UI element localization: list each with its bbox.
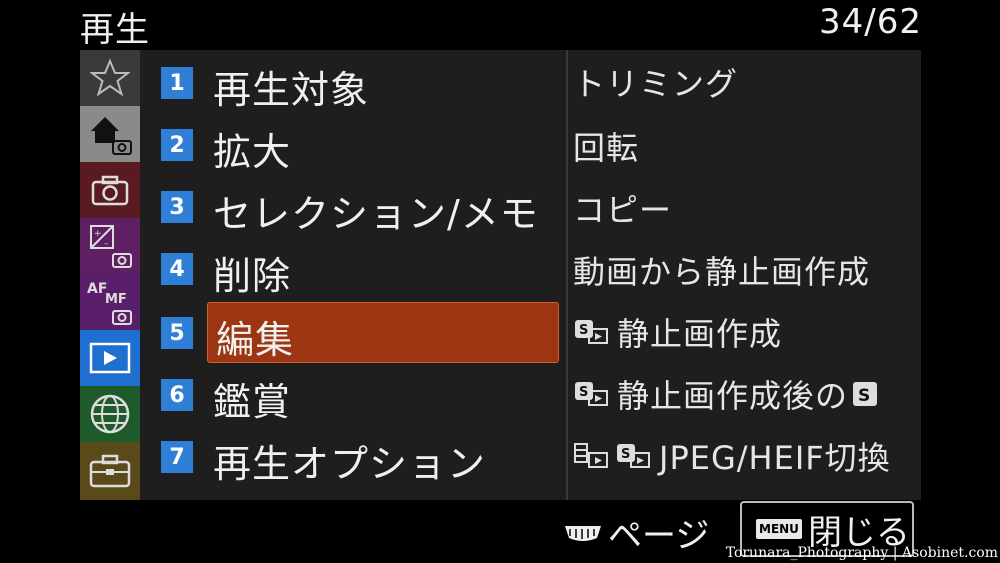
svg-text:S: S [579, 323, 589, 338]
dial-scroll-icon [565, 525, 601, 541]
svg-text:MF: MF [105, 292, 127, 307]
menu-key-icon: MENU [756, 519, 802, 539]
svg-text:S: S [579, 385, 589, 400]
still-create-icon: S [617, 444, 650, 468]
menu-item-label: セレクション/メモ [213, 192, 539, 236]
menu-item-label: 再生対象 [213, 68, 370, 112]
submenu-item-label: 静止画作成 [617, 315, 783, 353]
menu-item-selection-memo[interactable]: 3 セレクション/メモ [140, 176, 565, 238]
playback-menu-list: 1 再生対象 2 拡大 3 セレクション/メモ 4 削除 5 編集 6 鑑賞 7… [140, 50, 565, 500]
camera-icon [91, 175, 129, 206]
tab-shooting[interactable] [80, 162, 140, 218]
submenu-item-copy[interactable]: コピー [573, 178, 672, 238]
submenu-item-label: トリミング [573, 65, 739, 103]
page-title: 再生 [80, 10, 150, 50]
category-sidebar: + – AF MF [80, 50, 140, 500]
page-counter: 34/62 [819, 2, 922, 42]
svg-text:S: S [858, 386, 871, 406]
item-number-badge: 1 [161, 67, 193, 99]
item-number-badge: 2 [161, 129, 193, 161]
submenu-item-rotate[interactable]: 回転 [573, 116, 639, 176]
menu-item-label: 削除 [213, 254, 292, 298]
submenu-item-label: 静止画作成後の [617, 377, 849, 415]
globe-icon [90, 394, 130, 434]
menu-item-label: 鑑賞 [213, 380, 292, 424]
svg-text:S: S [621, 447, 631, 462]
page-nav-hint[interactable]: ページ [562, 508, 709, 557]
submenu-item-label: 回転 [573, 129, 640, 167]
menu-item-magnify[interactable]: 2 拡大 [140, 114, 565, 176]
exposure-camera-icon: +– [90, 225, 132, 268]
svg-text:–: – [104, 239, 109, 249]
still-create-icon: S [575, 382, 608, 406]
edit-submenu: トリミング 回転 コピー 動画から静止画作成 S 静止画作成 S 静止画作成後の… [568, 50, 921, 500]
af-mf-camera-icon: AFMF [87, 281, 132, 325]
menu-item-label: 拡大 [213, 130, 292, 174]
menu-item-viewing[interactable]: 6 鑑賞 [140, 364, 565, 426]
tab-main[interactable] [80, 106, 140, 162]
still-badge-icon: S [853, 382, 878, 406]
menu-item-playback-options[interactable]: 7 再生オプション [140, 426, 565, 488]
tab-playback[interactable] [80, 330, 140, 386]
svg-text:+: + [94, 229, 102, 239]
playback-icon [89, 342, 131, 374]
submenu-item-label: コピー [573, 191, 673, 229]
submenu-item-create-still[interactable]: S 静止画作成 [573, 302, 782, 362]
tab-setup[interactable] [80, 442, 140, 500]
item-number-badge: 3 [161, 191, 193, 223]
menu-item-playback-target[interactable]: 1 再生対象 [140, 52, 565, 114]
menu-item-edit[interactable]: 5 編集 [140, 302, 565, 364]
submenu-item-crop[interactable]: トリミング [573, 52, 738, 112]
menu-item-label: 編集 [216, 318, 295, 362]
submenu-item-label: JPEG/HEIF切換 [659, 439, 891, 477]
image-convert-icon [574, 443, 608, 468]
menu-item-label: 再生オプション [213, 442, 487, 486]
page-label: ページ [608, 516, 710, 556]
watermark: Torunara_Photography | Asobinet.com [725, 545, 998, 561]
item-number-badge: 6 [161, 379, 193, 411]
submenu-item-jpeg-heif[interactable]: S JPEG/HEIF切換 [573, 426, 891, 486]
star-icon [90, 58, 130, 97]
item-number-badge: 5 [161, 317, 193, 349]
submenu-item-after-still[interactable]: S 静止画作成後の S [573, 364, 882, 424]
menu-panel: + – AF MF 1 再生対象 2 拡大 3 セレクション/メモ 4 削除 5… [80, 50, 921, 500]
item-number-badge: 4 [161, 253, 193, 285]
toolbox-icon [89, 454, 131, 488]
tab-exposure[interactable]: + – [80, 218, 140, 274]
still-create-icon: S [575, 320, 608, 344]
tab-focus[interactable]: AF MF [80, 274, 140, 330]
submenu-item-photo-from-movie[interactable]: 動画から静止画作成 [573, 240, 870, 300]
item-number-badge: 7 [161, 441, 193, 473]
submenu-item-label: 動画から静止画作成 [573, 253, 871, 291]
menu-item-delete[interactable]: 4 削除 [140, 238, 565, 300]
tab-network[interactable] [80, 386, 140, 442]
tab-my-menu[interactable] [80, 50, 140, 106]
home-camera-icon [91, 117, 132, 155]
